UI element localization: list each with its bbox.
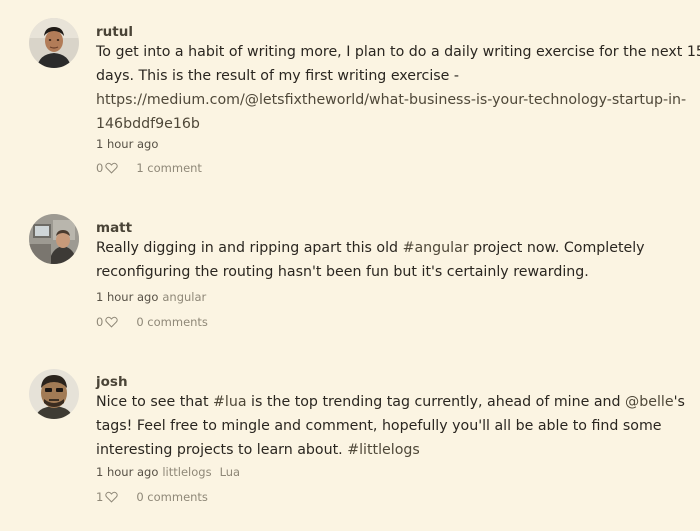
text-segment: Nice to see that xyxy=(96,394,214,410)
post-link[interactable]: https://medium.com/@letsfixtheworld/what… xyxy=(96,88,686,112)
text-segment: is the top trending tag currently, ahead… xyxy=(246,394,626,410)
post-feed: rutul To get into a habit of writing mor… xyxy=(0,0,700,531)
text-segment: 's xyxy=(673,394,685,410)
post-text-line: interesting projects to learn about. #li… xyxy=(96,438,686,462)
post-actions: 0 1 comment xyxy=(96,161,202,175)
hashtag[interactable]: #angular xyxy=(403,240,469,256)
post-meta: 1 hour ago littlelogs Lua xyxy=(96,465,240,479)
post-text: To get into a habit of writing more, I p… xyxy=(96,40,700,136)
post-text-line: Really digging in and ripping apart this… xyxy=(96,236,686,260)
post-text-line: Nice to see that #lua is the top trendin… xyxy=(96,390,686,414)
tag-chip[interactable]: Lua xyxy=(220,465,241,479)
text-segment: interesting projects to learn about. xyxy=(96,442,348,458)
user-avatar-icon[interactable] xyxy=(29,18,79,68)
post-link[interactable]: 146bddf9e16b xyxy=(96,112,686,136)
tag-chip[interactable]: littlelogs xyxy=(162,465,211,479)
heart-outline-icon xyxy=(105,162,119,174)
post-text-line: To get into a habit of writing more, I p… xyxy=(96,44,700,60)
like-button[interactable]: 0 xyxy=(96,161,119,175)
timestamp[interactable]: 1 hour ago xyxy=(96,290,158,304)
username[interactable]: matt xyxy=(96,220,132,236)
post-actions: 1 0 comments xyxy=(96,490,208,504)
like-button[interactable]: 0 xyxy=(96,315,119,329)
timestamp[interactable]: 1 hour ago xyxy=(96,465,158,479)
post-actions: 0 0 comments xyxy=(96,315,208,329)
post-text-line: reconfiguring the routing hasn't been fu… xyxy=(96,264,589,280)
mention[interactable]: @belle xyxy=(625,394,674,410)
post-meta: 1 hour ago xyxy=(96,137,158,151)
tag-chip[interactable]: angular xyxy=(162,290,206,304)
hashtag[interactable]: #lua xyxy=(213,394,247,410)
text-segment: project now. Completely xyxy=(468,240,645,256)
post-meta: 1 hour ago angular xyxy=(96,290,206,304)
heart-outline-icon xyxy=(105,491,119,503)
like-count: 0 xyxy=(96,161,104,175)
comments-link[interactable]: 1 comment xyxy=(136,161,202,175)
post-text-line: days. This is the result of my first wri… xyxy=(96,68,460,84)
timestamp[interactable]: 1 hour ago xyxy=(96,137,158,151)
like-count: 1 xyxy=(96,490,104,504)
like-button[interactable]: 1 xyxy=(96,490,119,504)
username[interactable]: josh xyxy=(96,374,128,390)
post-text: Really digging in and ripping apart this… xyxy=(96,236,686,284)
post-text: Nice to see that #lua is the top trendin… xyxy=(96,390,686,462)
user-avatar-icon[interactable] xyxy=(29,214,79,264)
comments-link[interactable]: 0 comments xyxy=(136,315,208,329)
like-count: 0 xyxy=(96,315,104,329)
post-text-line: tags! Feel free to mingle and comment, h… xyxy=(96,418,662,434)
hashtag[interactable]: #littlelogs xyxy=(347,442,420,458)
comments-link[interactable]: 0 comments xyxy=(136,490,208,504)
user-avatar-icon[interactable] xyxy=(29,369,79,419)
heart-outline-icon xyxy=(105,316,119,328)
text-segment: Really digging in and ripping apart this… xyxy=(96,240,403,256)
username[interactable]: rutul xyxy=(96,24,133,40)
